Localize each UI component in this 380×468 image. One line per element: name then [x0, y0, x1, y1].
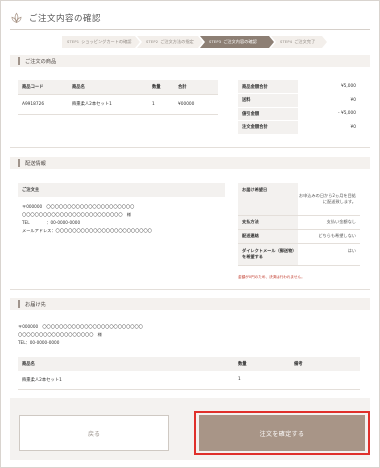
- summary-value: ¥0: [298, 120, 360, 135]
- item-note: [290, 371, 360, 390]
- product-total: ¥00000: [174, 94, 218, 115]
- table-row: A9918726 飾棗柔人2本セット1 1 ¥00000: [18, 94, 218, 115]
- summary-value: - ¥5,000: [298, 107, 360, 121]
- column-header: 数量: [234, 357, 290, 371]
- page-title: ご注文内容の確認: [29, 14, 102, 24]
- products-section-header: ご注文の商品: [10, 55, 370, 67]
- orderer-info: ご注文主 〒000000 〇〇〇〇〇〇〇〇〇〇〇〇〇〇〇〇〇〇〇〇〇 〇〇〇〇〇…: [18, 183, 225, 248]
- shipto-tel: TEL：00-0000-0000: [18, 340, 60, 345]
- detail-label: お届け希望日: [238, 183, 298, 216]
- section-divider: [10, 289, 370, 290]
- column-header: 合計: [174, 80, 218, 95]
- detail-label: 支払方法: [238, 215, 298, 230]
- orderer-name: 〇〇〇〇〇〇〇〇〇〇〇〇〇〇〇〇〇〇〇〇〇〇〇〇 様: [22, 212, 131, 217]
- item-name: 飾棗柔人2本セット1: [18, 371, 234, 390]
- detail-row: 支払方法 支払い金額なし: [238, 215, 360, 230]
- step-number: STEP2: [146, 40, 159, 44]
- section-title: 配送情報: [25, 160, 46, 167]
- summary-label: 商品金額合計: [238, 80, 298, 94]
- table-row: 飾棗柔人2本セット1 1: [18, 371, 360, 390]
- orderer-email: メールアドレス：〇〇〇〇〇〇〇〇〇〇〇〇〇〇〇〇〇〇〇〇〇〇〇: [22, 228, 152, 233]
- title-divider: [10, 29, 370, 30]
- detail-label: ダイレクトメール（郵送物）を希望する: [238, 243, 298, 266]
- page-header: ご注文内容の確認: [10, 10, 101, 26]
- price-summary-table: 商品金額合計 ¥5,000 送料 ¥0 値引金額 - ¥5,000 注文金額合計…: [238, 80, 360, 135]
- step-3-active: STEP3 ご注文内容の確認: [200, 36, 274, 48]
- summary-label: 値引金額: [238, 107, 298, 121]
- column-header: 商品名: [18, 357, 234, 371]
- item-qty: 1: [234, 371, 290, 390]
- orderer-address: 〒000000 〇〇〇〇〇〇〇〇〇〇〇〇〇〇〇〇〇〇〇〇〇: [22, 204, 135, 209]
- payment-note: 金額が0円のため、決済は行われません。: [238, 275, 305, 279]
- detail-value: 支払い金額なし: [298, 215, 360, 230]
- summary-row: 注文金額合計 ¥0: [238, 120, 360, 135]
- checkout-steps: STEP1 ショッピングカートの確認 STEP2 ご注文方法の指定 STEP3 …: [62, 36, 324, 48]
- section-marker: [18, 300, 20, 308]
- detail-value: どちらも希望しない: [298, 229, 360, 244]
- detail-label: 配送連絡: [238, 229, 298, 244]
- step-label: ご注文方法の指定: [160, 39, 194, 44]
- shipto-items-table: 商品名 数量 備考 飾棗柔人2本セット1 1: [18, 357, 360, 390]
- section-title: お届け先: [25, 301, 46, 308]
- product-code: A9918726: [18, 94, 68, 115]
- delivery-section-header: 配送情報: [10, 157, 370, 169]
- summary-value: ¥0: [298, 93, 360, 108]
- column-header: 商品コード: [18, 80, 68, 95]
- summary-value: ¥5,000: [298, 80, 360, 94]
- shipto-name: 〇〇〇〇〇〇〇〇〇〇〇〇〇〇〇〇〇〇 様: [18, 332, 102, 337]
- detail-row: ダイレクトメール（郵送物）を希望する はい: [238, 243, 360, 266]
- section-divider: [10, 147, 370, 148]
- summary-label: 送料: [238, 93, 298, 108]
- detail-value: はい: [298, 243, 360, 266]
- lotus-logo-icon: [11, 12, 22, 23]
- column-header: 商品名: [68, 80, 148, 95]
- product-name: 飾棗柔人2本セット1: [68, 94, 148, 115]
- step-label: ご注文内容の確認: [223, 39, 257, 44]
- section-marker: [18, 57, 20, 65]
- step-label: ショッピングカートの確認: [81, 39, 132, 44]
- orderer-tel: TEL ：00-0000-0000: [22, 220, 81, 225]
- detail-row: お届け希望日 お申込みの日から2ヵ月を目処に配送致します。: [238, 183, 360, 216]
- column-header: 数量: [148, 80, 174, 95]
- shipto-postal-address: 〒000000 〇〇〇〇〇〇〇〇〇〇〇〇〇〇〇〇〇〇〇〇〇〇〇〇: [18, 324, 143, 329]
- step-2: STEP2 ご注文方法の指定: [137, 36, 203, 48]
- confirm-order-button[interactable]: 注文を確定する: [199, 415, 365, 451]
- summary-row: 送料 ¥0: [238, 93, 360, 108]
- shipto-address: 〒000000 〇〇〇〇〇〇〇〇〇〇〇〇〇〇〇〇〇〇〇〇〇〇〇〇 〇〇〇〇〇〇〇…: [18, 323, 358, 347]
- back-button[interactable]: 戻る: [19, 415, 169, 451]
- step-1: STEP1 ショッピングカートの確認: [62, 36, 140, 48]
- detail-row: 配送連絡 どちらも希望しない: [238, 229, 360, 244]
- shipto-section-header: お届け先: [10, 298, 370, 310]
- orderer-title: ご注文主: [18, 183, 225, 197]
- section-title: ご注文の商品: [25, 58, 57, 65]
- summary-row: 値引金額 - ¥5,000: [238, 107, 360, 121]
- step-label: ご注文完了: [294, 39, 316, 44]
- step-number: STEP3: [209, 40, 222, 44]
- summary-row: 商品金額合計 ¥5,000: [238, 80, 360, 94]
- delivery-details-table: お届け希望日 お申込みの日から2ヵ月を目処に配送致します。 支払方法 支払い金額…: [238, 183, 360, 266]
- step-4: STEP4 ご注文完了: [271, 36, 327, 48]
- step-number: STEP4: [280, 40, 293, 44]
- detail-value: お申込みの日から2ヵ月を目処に配送致します。: [298, 183, 360, 216]
- summary-label: 注文金額合計: [238, 120, 298, 135]
- column-header: 備考: [290, 357, 360, 371]
- products-table: 商品コード 商品名 数量 合計 A9918726 飾棗柔人2本セット1 1 ¥0…: [18, 80, 218, 115]
- product-qty: 1: [148, 94, 174, 115]
- section-marker: [18, 159, 20, 167]
- step-number: STEP1: [67, 40, 80, 44]
